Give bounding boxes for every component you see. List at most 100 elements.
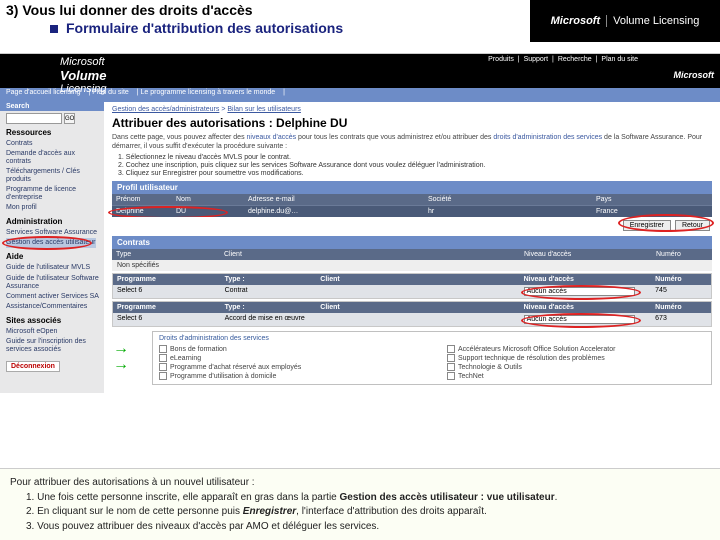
col-header: Client xyxy=(316,274,519,285)
slide-footnote: Pour attribuer des autorisations à un no… xyxy=(0,468,720,540)
right-item[interactable]: Support technique de résolution des prob… xyxy=(447,354,705,362)
checkbox-icon[interactable] xyxy=(159,354,167,362)
sidebar-link[interactable]: Mon profil xyxy=(6,203,100,213)
right-item[interactable]: Bons de formation xyxy=(159,345,417,353)
app-logo: Microsoft Volume Licensing xyxy=(60,56,106,95)
cell xyxy=(316,285,519,298)
sidebar: Search GO Ressources Contrats Demande d'… xyxy=(0,102,104,393)
contract-block: Programme Type : Client Niveau d'accès N… xyxy=(112,273,712,299)
app-window: Microsoft Volume Licensing Produits | Su… xyxy=(0,54,720,393)
footnote-line: Pour attribuer des autorisations à un no… xyxy=(10,476,710,490)
right-item[interactable]: TechNet xyxy=(447,372,705,380)
rights-col-right: Accélérateurs Microsoft Office Solution … xyxy=(447,344,705,381)
top-link[interactable]: Support xyxy=(524,56,549,63)
col-header: Numéro xyxy=(651,274,711,285)
sidebar-link[interactable]: Guide sur l'inscription des services ass… xyxy=(6,337,100,355)
sidebar-link[interactable]: Guide de l'utilisateur MVLS xyxy=(6,263,100,273)
cell: 745 xyxy=(651,285,711,298)
col-header: Type : xyxy=(221,302,317,313)
checkbox-icon[interactable] xyxy=(447,372,455,380)
sidebar-link[interactable]: Contrats xyxy=(6,139,100,149)
top-link[interactable]: Plan du site xyxy=(601,56,638,63)
slide-title: 3) Vous lui donner des droits d'accès xyxy=(6,2,253,18)
search-label: Search xyxy=(0,102,104,111)
search-go-button[interactable]: GO xyxy=(64,113,75,124)
brand-ms: Microsoft xyxy=(551,15,601,27)
brand-vl: Volume Licensing xyxy=(606,15,699,27)
sidebar-link[interactable]: Demande d'accès aux contrats xyxy=(6,149,100,167)
top-link[interactable]: Produits xyxy=(488,56,514,63)
slide-header: 3) Vous lui donner des droits d'accès Fo… xyxy=(0,0,720,54)
non-specified-row: Non spécifiés xyxy=(112,260,712,271)
section-profile: Profil utilisateur xyxy=(112,181,712,194)
col-header: Programme xyxy=(113,274,221,285)
step-item: 2. Cochez une inscription, puis cliquez … xyxy=(118,162,712,169)
col-header: Niveau d'accès xyxy=(520,249,652,260)
col-header: Prénom xyxy=(112,194,172,205)
steps-list: 1. Sélectionnez le niveau d'accès MVLS p… xyxy=(118,154,712,177)
cell: France xyxy=(592,206,712,217)
cell: Aucun accès xyxy=(520,285,652,298)
col-header: Société xyxy=(424,194,592,205)
checkbox-icon[interactable] xyxy=(159,345,167,353)
right-item[interactable]: eLearning xyxy=(159,354,417,362)
sidebar-link[interactable]: Programme de licence d'entreprise xyxy=(6,185,100,203)
checkbox-icon[interactable] xyxy=(447,345,455,353)
col-header: Adresse e-mail xyxy=(244,194,424,205)
top-link[interactable]: Recherche xyxy=(558,56,592,63)
disconnect-button[interactable]: Déconnexion xyxy=(6,361,60,372)
col-header: Type xyxy=(112,249,220,260)
sidebar-link[interactable]: Téléchargements / Clés produits xyxy=(6,167,100,185)
step-item: 1. Sélectionnez le niveau d'accès MVLS p… xyxy=(118,154,712,161)
right-item[interactable]: Accélérateurs Microsoft Office Solution … xyxy=(447,345,705,353)
sidebar-link[interactable]: Comment activer Services SA xyxy=(6,292,100,302)
ms-right-logo: Microsoft xyxy=(674,70,715,80)
right-item[interactable]: Programme d'utilisation à domicile xyxy=(159,372,417,380)
cell: Delphine xyxy=(112,206,172,217)
sidebar-link[interactable]: Assistance/Commentaires xyxy=(6,302,100,312)
sidebar-heading-admin: Administration xyxy=(6,217,100,226)
col-header: Niveau d'accès xyxy=(520,302,652,313)
cell: hr xyxy=(424,206,592,217)
access-level-select[interactable]: Aucun accès xyxy=(524,287,635,296)
checkbox-icon[interactable] xyxy=(159,363,167,371)
sidebar-heading-sites: Sites associés xyxy=(6,316,100,325)
col-header: Niveau d'accès xyxy=(520,274,652,285)
desc-link[interactable]: niveaux d'accès xyxy=(247,134,297,141)
rights-title: Droits d'administration des services xyxy=(159,335,705,342)
footnote-line: 3. Vous pouvez attribuer des niveaux d'a… xyxy=(26,520,710,534)
cell: DU xyxy=(172,206,244,217)
breadcrumb-link[interactable]: Bilan sur les utilisateurs xyxy=(227,106,301,113)
footnote-line: 1. Une fois cette personne inscrite, ell… xyxy=(26,491,710,505)
main-content: Gestion des accès/administrateurs > Bila… xyxy=(104,102,720,393)
checkbox-icon[interactable] xyxy=(447,354,455,362)
sidebar-link-user-access[interactable]: Gestion des accès utilisateur xyxy=(6,238,96,248)
col-header: Numéro xyxy=(651,302,711,313)
search-input[interactable] xyxy=(6,113,62,124)
checkbox-icon[interactable] xyxy=(447,363,455,371)
right-item[interactable]: Technologie & Outils xyxy=(447,363,705,371)
profile-header-row: Prénom Nom Adresse e-mail Société Pays xyxy=(112,194,712,205)
col-header: Client xyxy=(316,302,519,313)
nav-item[interactable]: Le programme licensing à travers le mond… xyxy=(141,89,276,96)
right-item[interactable]: Programme d'achat réservé aux employés xyxy=(159,363,417,371)
sidebar-link[interactable]: Services Software Assurance xyxy=(6,228,100,238)
cell: Aucun accès xyxy=(520,313,652,326)
footnote-line: 2. En cliquant sur le nom de cette perso… xyxy=(26,505,710,519)
sidebar-link[interactable]: Microsoft eOpen xyxy=(6,327,100,337)
col-header: Type : xyxy=(221,274,317,285)
primary-nav: Page d'accueil licensing | Plan du site … xyxy=(0,88,720,102)
page-title: Attribuer des autorisations : Delphine D… xyxy=(112,116,712,130)
col-header: Numéro xyxy=(652,249,712,260)
access-level-select[interactable]: Aucun accès xyxy=(524,315,635,324)
checkbox-icon[interactable] xyxy=(159,372,167,380)
contracts-header-row: Type Client Niveau d'accès Numéro xyxy=(112,249,712,260)
sidebar-link[interactable]: Guide de l'utilisateur Software Assuranc… xyxy=(6,274,100,292)
back-button[interactable]: Retour xyxy=(675,220,710,231)
breadcrumb-link[interactable]: Gestion des accès/administrateurs xyxy=(112,106,219,113)
rights-col-left: Bons de formation eLearning Programme d'… xyxy=(159,344,417,381)
slide-subtitle: Formulaire d'attribution des autorisatio… xyxy=(50,20,343,36)
cell: Select 6 xyxy=(113,313,221,326)
desc-link[interactable]: droits d'administration des services xyxy=(493,134,602,141)
save-button[interactable]: Enregistrer xyxy=(623,220,671,231)
